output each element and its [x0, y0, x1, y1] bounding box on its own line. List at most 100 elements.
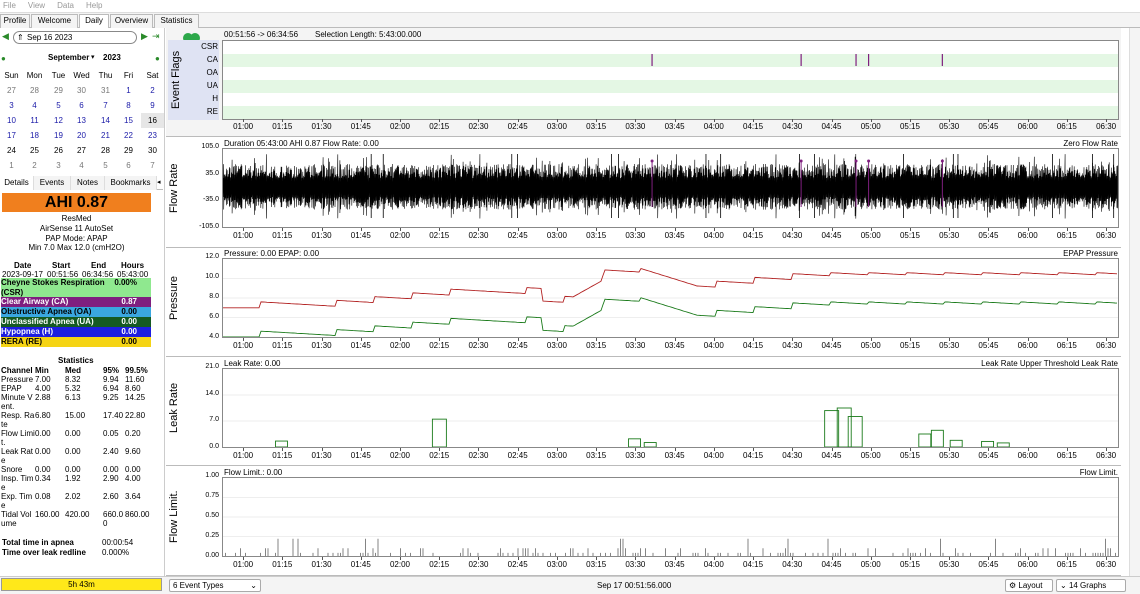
pressure-range: Min 7.0 Max 12.0 (cmH2O) — [28, 243, 125, 252]
calendar-day[interactable]: 20 — [70, 128, 93, 143]
layout-button[interactable]: ⚙ Layout — [1005, 579, 1053, 592]
calendar-day[interactable]: 6 — [117, 158, 140, 173]
calendar-day[interactable]: 31 — [94, 83, 117, 98]
stats-cell: 2.02 — [65, 492, 81, 501]
calendar-day[interactable]: 3 — [47, 158, 70, 173]
menu-file[interactable]: File — [3, 0, 16, 12]
menu-data[interactable]: Data — [57, 0, 74, 12]
jump-latest-icon[interactable]: ⇥ — [152, 31, 160, 42]
prev-month-icon[interactable]: ● — [1, 53, 6, 64]
tab-scroll-icon[interactable]: ◂ — [157, 176, 161, 190]
calendar-day[interactable]: 4 — [23, 98, 46, 113]
apnea-time-value: 00:00:54 — [102, 538, 134, 547]
calendar-day[interactable]: 26 — [47, 143, 70, 158]
calendar-day[interactable]: 15 — [117, 113, 140, 128]
calendar-day[interactable]: 28 — [23, 83, 46, 98]
calendar-day[interactable]: 24 — [0, 143, 23, 158]
calendar-day[interactable]: 1 — [0, 158, 23, 173]
graph-plot-leak[interactable] — [222, 368, 1119, 448]
calendar-day[interactable]: 16 — [141, 113, 164, 128]
next-day-icon[interactable]: ▶ — [141, 31, 148, 42]
calendar-day[interactable]: 14 — [94, 113, 117, 128]
event-row[interactable]: Cheyne Stokes Respiration (CSR) 0.00% — [1, 278, 151, 297]
tab-welcome[interactable]: Welcome — [31, 14, 78, 28]
tab-details[interactable]: Details — [0, 176, 34, 190]
event-row[interactable]: Clear Airway (CA) 0.87 — [1, 297, 151, 307]
graphs-dropdown[interactable]: ⌄ 14 Graphs — [1056, 579, 1126, 592]
event-row[interactable]: RERA (RE) 0.00 — [1, 337, 151, 347]
calendar-day[interactable]: 30 — [141, 143, 164, 158]
stats-cell: 8.60 — [125, 384, 141, 393]
calendar-day[interactable]: 7 — [94, 98, 117, 113]
next-month-icon[interactable]: ● — [155, 53, 160, 64]
stats-cell: 0.08 — [35, 492, 51, 501]
event-types-dropdown[interactable]: 6 Event Types ⌄ — [169, 579, 261, 592]
time-tick-label: 02:15 — [429, 560, 450, 569]
calendar-month[interactable]: September — [48, 53, 89, 65]
calendar-day[interactable]: 29 — [117, 143, 140, 158]
calendar-day[interactable]: 19 — [47, 128, 70, 143]
calendar-day[interactable]: 27 — [70, 143, 93, 158]
stats-cell: Flow Limit. — [1, 429, 35, 447]
tab-events[interactable]: Events — [34, 176, 71, 190]
calendar-day[interactable]: 6 — [70, 98, 93, 113]
calendar-day[interactable]: 23 — [141, 128, 164, 143]
graph-plot-pressure[interactable] — [222, 258, 1119, 338]
event-row[interactable]: Unclassified Apnea (UA) 0.00 — [1, 317, 151, 327]
calendar-day[interactable]: 5 — [47, 98, 70, 113]
calendar-day[interactable]: 2 — [23, 158, 46, 173]
time-tick-mark — [478, 338, 480, 341]
time-tick-label: 06:00 — [1017, 231, 1038, 240]
calendar-day[interactable]: 4 — [70, 158, 93, 173]
tab-overview[interactable]: Overview — [110, 14, 153, 28]
tab-notes[interactable]: Notes — [71, 176, 105, 190]
arrow-up-icon: ⇑ — [17, 33, 24, 42]
menu-help[interactable]: Help — [86, 0, 102, 12]
calendar-day[interactable]: 21 — [94, 128, 117, 143]
calendar-year[interactable]: 2023 — [103, 53, 121, 65]
calendar-day[interactable]: 2 — [141, 83, 164, 98]
stats-cell: 660.00 — [103, 510, 124, 528]
calendar-day[interactable]: 5 — [94, 158, 117, 173]
time-tick-mark — [282, 338, 284, 341]
calendar-day[interactable]: 11 — [23, 113, 46, 128]
graph-scrollbar[interactable] — [1129, 28, 1140, 576]
tab-daily[interactable]: Daily — [79, 14, 109, 29]
layout-label: Layout — [1018, 581, 1043, 590]
calendar-day[interactable]: 29 — [47, 83, 70, 98]
tab-profile[interactable]: Profile — [0, 14, 30, 28]
event-row[interactable]: Obstructive Apnea (OA) 0.00 — [1, 307, 151, 317]
calendar-day[interactable]: 1 — [117, 83, 140, 98]
graph-plot-flowlim[interactable] — [222, 477, 1119, 557]
tab-bookmarks[interactable]: Bookmarks — [105, 176, 157, 190]
calendar-day[interactable]: 17 — [0, 128, 23, 143]
calendar-day[interactable]: 22 — [117, 128, 140, 143]
calendar-day[interactable]: 13 — [70, 113, 93, 128]
menu-view[interactable]: View — [28, 0, 45, 12]
calendar-day[interactable]: 30 — [70, 83, 93, 98]
calendar-day[interactable]: 25 — [23, 143, 46, 158]
tab-statistics[interactable]: Statistics — [154, 14, 199, 28]
stats-row: EPAP 4.00 5.32 6.94 8.60 — [1, 384, 151, 393]
calendar-day[interactable]: 28 — [94, 143, 117, 158]
time-tick-mark — [1066, 448, 1068, 451]
pap-mode: PAP Mode: APAP — [45, 234, 108, 243]
calendar-day[interactable]: 27 — [0, 83, 23, 98]
date-field[interactable]: ⇑ Sep 16 2023 — [13, 31, 137, 44]
prev-day-icon[interactable]: ◀ — [2, 31, 9, 42]
calendar-day[interactable]: 8 — [117, 98, 140, 113]
calendar-day[interactable]: 10 — [0, 113, 23, 128]
calendar-day[interactable]: 9 — [141, 98, 164, 113]
calendar-day[interactable]: 3 — [0, 98, 23, 113]
calendar-day[interactable]: 12 — [47, 113, 70, 128]
time-tick-label: 01:30 — [311, 231, 332, 240]
time-tick-label: 05:15 — [899, 560, 920, 569]
calendar-day[interactable]: 7 — [141, 158, 164, 173]
chevron-down-icon[interactable]: ▾ — [91, 53, 95, 61]
calendar-day[interactable]: 18 — [23, 128, 46, 143]
flag-row-label: CA — [206, 55, 218, 64]
time-tick-mark — [400, 448, 401, 451]
graph-plot-flow[interactable] — [222, 148, 1119, 228]
event-flags-plot[interactable] — [222, 40, 1119, 120]
event-row[interactable]: Hypopnea (H) 0.00 — [1, 327, 151, 337]
